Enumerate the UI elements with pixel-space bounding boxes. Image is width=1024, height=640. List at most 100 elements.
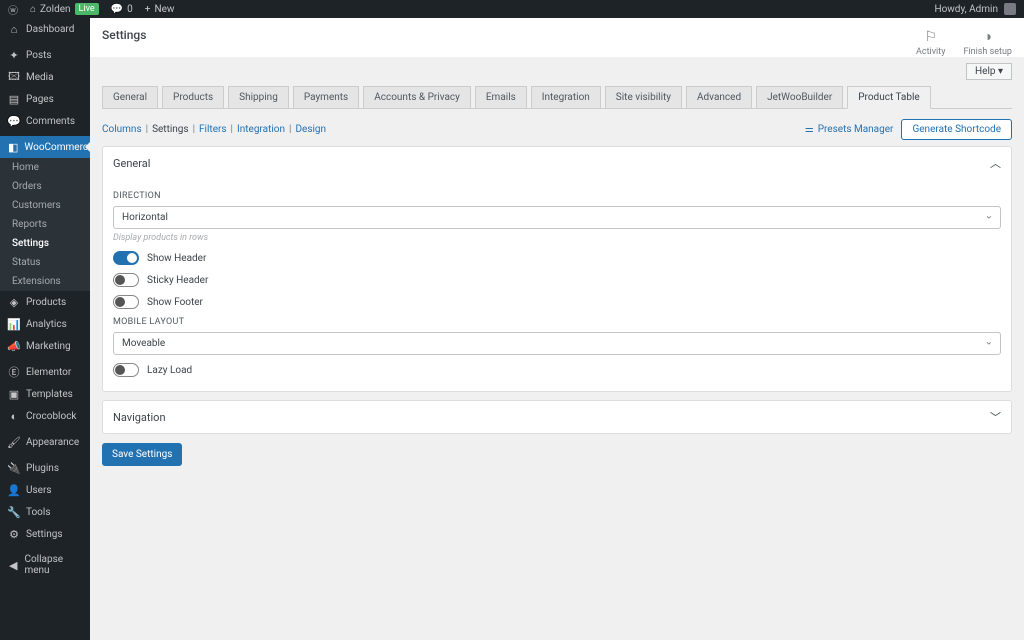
finish-setup-button[interactable]: ◑ Finish setup	[963, 28, 1012, 57]
submenu-item-reports[interactable]: Reports	[0, 215, 90, 234]
admin-bar: ⓦ ⌂ Zolden Live 💬 0 + New Howdy, Admin	[0, 0, 1024, 18]
submenu-item-home[interactable]: Home	[0, 158, 90, 177]
comments-count: 0	[127, 4, 133, 15]
activity-button[interactable]: ⚐ Activity	[916, 29, 945, 57]
subtab-filters[interactable]: Filters	[199, 124, 227, 135]
menu-icon: 🔧	[8, 506, 20, 518]
submenu-item-extensions[interactable]: Extensions	[0, 272, 90, 291]
submenu-item-orders[interactable]: Orders	[0, 177, 90, 196]
sidebar-item-label: Pages	[26, 94, 54, 105]
sidebar-item-label: Tools	[26, 507, 50, 518]
sidebar-item-templates[interactable]: ▣Templates	[0, 383, 90, 405]
sidebar-item-label: Analytics	[26, 319, 67, 330]
tab-site-visibility[interactable]: Site visibility	[605, 86, 682, 108]
sidebar-item-comments[interactable]: 💬Comments	[0, 110, 90, 132]
page-header: Settings ⚐ Activity ◑ Finish setup	[90, 18, 1024, 57]
sidebar-item-tools[interactable]: 🔧 Tools	[0, 501, 90, 523]
direction-select[interactable]: Horizontal	[113, 206, 1001, 229]
sidebar-item-label: Media	[26, 72, 54, 83]
tab-product-table[interactable]: Product Table	[847, 86, 930, 109]
tab-emails[interactable]: Emails	[475, 86, 527, 108]
presets-manager-button[interactable]: ⚌ Presets Manager	[805, 124, 894, 135]
menu-icon: 👤	[8, 484, 20, 496]
menu-icon: 📊	[8, 318, 20, 330]
sidebar-item-plugins[interactable]: 🔌Plugins	[0, 457, 90, 479]
menu-icon: ✦	[8, 49, 20, 61]
sidebar-item-label: Marketing	[26, 341, 71, 352]
sidebar-item-label: Crocoblock	[26, 411, 77, 422]
subtab-columns[interactable]: Columns	[102, 124, 142, 135]
menu-icon: 💬	[8, 115, 20, 127]
subtab-settings[interactable]: Settings	[152, 124, 189, 135]
sidebar-item-media[interactable]: 🖾 Media	[0, 66, 90, 88]
general-panel: General ︿ DIRECTION Horizontal Display p…	[102, 146, 1012, 392]
comments-link[interactable]: 💬 0	[111, 4, 133, 15]
sidebar-item-posts[interactable]: ✦ Posts	[0, 44, 90, 66]
general-panel-header[interactable]: General ︿	[103, 147, 1011, 179]
lazy-load-toggle[interactable]	[113, 363, 139, 377]
tab-payments[interactable]: Payments	[293, 86, 359, 108]
plus-icon: +	[145, 4, 151, 15]
direction-label: DIRECTION	[113, 191, 1001, 201]
admin-bar-user[interactable]: Howdy, Admin	[934, 3, 1016, 15]
sticky-header-toggle[interactable]	[113, 273, 139, 287]
submenu-item-customers[interactable]: Customers	[0, 196, 90, 215]
tab-shipping[interactable]: Shipping	[228, 86, 289, 108]
page-title: Settings	[102, 28, 146, 52]
menu-icon: ◀	[8, 559, 18, 571]
tab-integration[interactable]: Integration	[531, 86, 601, 108]
help-button[interactable]: Help ▾	[966, 63, 1012, 80]
sidebar-item-collapse-menu[interactable]: ◀Collapse menu	[0, 549, 90, 581]
tab-products[interactable]: Products	[162, 86, 224, 108]
sidebar-item-woocommerce[interactable]: ◧WooCommerce	[0, 136, 90, 158]
tab-advanced[interactable]: Advanced	[686, 86, 752, 108]
navigation-panel-title: Navigation	[113, 411, 166, 424]
site-name-link[interactable]: ⌂ Zolden Live	[30, 3, 99, 15]
sidebar-item-appearance[interactable]: 🖌 Appearance	[0, 431, 90, 453]
sidebar-item-label: Appearance	[26, 437, 79, 448]
save-settings-button[interactable]: Save Settings	[102, 443, 182, 466]
menu-icon: 🖾	[8, 71, 20, 83]
sidebar-item-dashboard[interactable]: ⌂Dashboard	[0, 18, 90, 40]
wp-logo[interactable]: ⓦ	[8, 2, 18, 17]
generate-shortcode-button[interactable]: Generate Shortcode	[901, 119, 1012, 140]
direction-hint: Display products in rows	[113, 233, 1001, 243]
new-label: New	[154, 4, 174, 15]
sidebar-item-marketing[interactable]: 📣Marketing	[0, 335, 90, 357]
sidebar-item-label: Users	[26, 485, 52, 496]
sidebar-item-pages[interactable]: ▤Pages	[0, 88, 90, 110]
subtab-integration[interactable]: Integration	[237, 124, 285, 135]
show-footer-label: Show Footer	[147, 297, 203, 308]
new-content-link[interactable]: + New	[145, 4, 175, 15]
show-footer-toggle[interactable]	[113, 295, 139, 309]
live-badge: Live	[75, 3, 99, 15]
sidebar-item-users[interactable]: 👤 Users	[0, 479, 90, 501]
sidebar-item-settings[interactable]: ⚙Settings	[0, 523, 90, 545]
sidebar-item-label: Posts	[26, 50, 52, 61]
mobile-layout-select[interactable]: Moveable	[113, 332, 1001, 355]
sidebar-item-crocoblock[interactable]: ◐Crocoblock	[0, 405, 90, 427]
show-header-toggle[interactable]	[113, 251, 139, 265]
sidebar-item-products[interactable]: ◈Products	[0, 291, 90, 313]
main-content: Settings ⚐ Activity ◑ Finish setup Help …	[90, 18, 1024, 640]
tab-accounts-privacy[interactable]: Accounts & Privacy	[363, 86, 471, 108]
navigation-panel-header[interactable]: Navigation ﹀	[103, 401, 1011, 433]
submenu-item-status[interactable]: Status	[0, 253, 90, 272]
admin-sidebar: ⌂Dashboard ✦ Posts 🖾 Media ▤Pages💬Comments ◧Wo…	[0, 18, 90, 640]
finish-setup-label: Finish setup	[963, 47, 1012, 57]
show-header-label: Show Header	[147, 253, 206, 264]
sidebar-item-analytics[interactable]: 📊 Analytics	[0, 313, 90, 335]
submenu-item-settings[interactable]: Settings	[0, 234, 90, 253]
site-name: Zolden	[40, 4, 71, 15]
sidebar-item-label: Plugins	[26, 463, 59, 474]
tab-general[interactable]: General	[102, 86, 158, 108]
sidebar-item-elementor[interactable]: ⒺElementor	[0, 361, 90, 383]
subtabs: Columns | Settings | Filters | Integrati…	[102, 124, 326, 135]
general-panel-title: General	[113, 157, 150, 170]
tab-jetwoobuilder[interactable]: JetWooBuilder	[756, 86, 843, 108]
subtab-design[interactable]: Design	[295, 124, 326, 135]
presets-label: Presets Manager	[818, 124, 894, 135]
mobile-layout-label: MOBILE LAYOUT	[113, 317, 1001, 327]
sidebar-item-label: Products	[26, 297, 66, 308]
menu-icon: 🖌	[8, 436, 20, 448]
